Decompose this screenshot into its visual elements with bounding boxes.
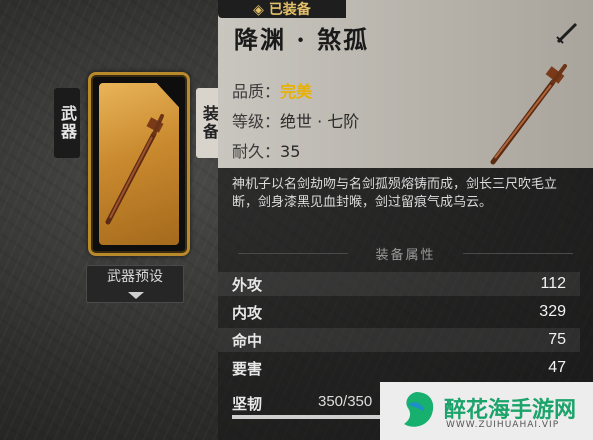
stat-value: 47 [548,359,566,376]
preset-button-label: 武器预设 [107,269,163,285]
equipped-badge: ◈ 已装备 [218,0,346,18]
weapon-slot[interactable] [88,72,190,256]
toughness-bar-fill [232,415,380,419]
tab-weapon[interactable]: 武器 [54,88,80,158]
level-value: 绝世 · 七阶 [280,112,360,131]
quality-row: 品质：完美 [232,78,312,102]
item-header: 降渊 · 煞孤 品质：完美 等级：绝世 · 七阶 耐久：35 [218,0,593,168]
stat-name: 命中 [232,331,263,350]
site-watermark: 醉花海手游网 WWW.ZUIHUAHAI.VIP [380,382,593,440]
attributes-heading: 装备属性 [218,244,593,263]
item-name: 降渊 · 煞孤 [234,25,370,54]
watermark-url: WWW.ZUIHUAHAI.VIP [446,420,560,430]
stat-name: 外攻 [232,275,263,294]
durability-row: 耐久：35 [232,138,300,162]
stat-name: 要害 [232,359,263,378]
stat-row: 要害 47 [218,356,580,380]
stat-row: 命中 75 [218,328,580,352]
item-description: 神机子以名剑劫吻与名剑孤殒熔铸而成，剑长三尺吹毛立断，剑身漆黑见血封喉，剑过留痕… [232,177,558,210]
level-label: 等级： [232,112,281,131]
toughness-value: 350/350 [318,393,373,410]
stat-value: 112 [540,275,566,292]
level-row: 等级：绝世 · 七阶 [232,108,359,132]
weapon-thumbnail-icon [105,114,164,225]
durability-label: 耐久： [232,142,281,161]
chevron-down-icon [128,292,144,299]
toughness-bar [232,415,380,419]
stat-value: 75 [548,331,566,348]
durability-value: 35 [280,142,301,161]
sword-icon[interactable] [554,20,580,46]
brand-logo-icon [404,392,434,427]
toughness-label: 坚韧 [232,395,263,413]
stat-row: 外攻 112 [218,272,580,296]
weapon-illustration-icon [490,64,567,165]
stat-row: 内攻 329 [218,300,580,324]
item-detail-panel: 降渊 · 煞孤 品质：完美 等级：绝世 · 七阶 耐久：35 神机子以名剑劫吻与… [218,0,593,440]
stat-value: 329 [539,303,566,320]
quality-label: 品质： [232,82,281,101]
weapon-preset-button[interactable]: 武器预设 [86,265,184,303]
quality-value: 完美 [280,82,313,101]
stat-name: 内攻 [232,303,263,322]
